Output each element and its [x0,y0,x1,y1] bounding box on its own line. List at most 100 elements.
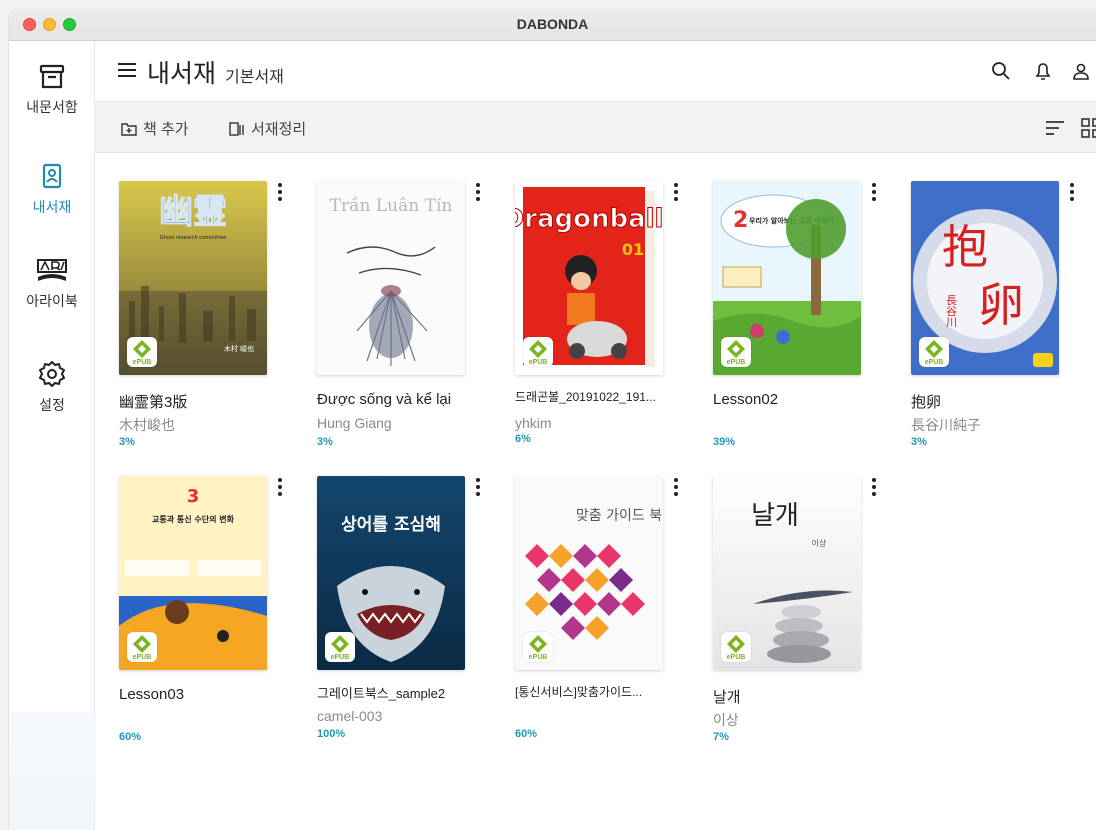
more-options-icon[interactable] [671,181,681,203]
header: 내서재 기본서재 [95,41,1096,101]
book-title: Được sống và kể lại [317,391,452,408]
book-progress: 3% [317,436,333,448]
book-title: 抱卵 [911,394,942,411]
sidebar-item-settings[interactable]: 설정 [9,359,95,415]
epub-label: ePUB [132,359,152,366]
title-bar: DABONDA [9,8,1096,41]
epub-badge: ePUB [523,632,553,662]
user-icon[interactable] [1071,61,1091,81]
organize-library-label: 서재정리 [251,121,307,138]
book-progress: 6% [515,433,531,445]
book-card[interactable]: Dragonball 01 ePUB 드래곤볼_20191022_191... … [515,181,690,456]
epub-label: ePUB [330,654,350,661]
epub-label: ePUB [132,654,152,661]
epub-badge: ePUB [127,632,157,662]
book-author: 이상 [713,712,739,728]
book-card[interactable]: 상어를 조심해 ePUB 그레이트북스_sample2 camel-003 10… [317,476,492,751]
sort-icon[interactable] [1045,119,1065,137]
organize-library-button[interactable]: 서재정리 [229,118,306,139]
more-options-icon[interactable] [473,476,483,498]
book-cover[interactable]: 幽霊 Ghost research committee 木村 峻也 ePUB [119,181,267,375]
book-progress: 60% [515,728,538,740]
book-title: 날개 [713,689,741,706]
cover-title: Dragonball [515,204,663,234]
more-options-icon[interactable] [473,181,483,203]
more-options-icon[interactable] [869,181,879,203]
book-cover[interactable]: Dragonball 01 ePUB [515,181,663,375]
bell-icon[interactable] [1033,61,1053,81]
add-book-button[interactable]: 책 추가 [121,118,189,139]
book-progress: 60% [119,731,142,743]
more-options-icon[interactable] [275,476,285,498]
cover-number: 01 [622,240,644,259]
more-options-icon[interactable] [1067,181,1077,203]
epub-logo-icon [331,635,349,653]
cover-title: 교통과 통신 수단의 변화 [152,514,235,524]
cover-title: 맞춤 가이드 북 [576,508,662,524]
more-options-icon[interactable] [275,181,285,203]
epub-label: ePUB [528,654,548,661]
book-cover[interactable]: 3 교통과 통신 수단의 변화 ePUB [119,476,267,670]
bookshelf-icon [42,163,62,189]
library-name[interactable]: 기본서재 [225,63,284,87]
book-cover[interactable]: 날개 이상 ePUB [713,476,861,670]
hamburger-menu-icon[interactable] [117,62,137,78]
book-card[interactable]: 맞춤 가이드 북 ePUB [통신서비스]맞춤가이드... 60% [515,476,690,751]
book-progress: 7% [713,731,729,743]
sidebar-shade [9,712,95,830]
book-card[interactable]: Trần Luân Tín Được sống và kể lại Hung G… [317,181,492,456]
cover-subtitle: Ghost research committee [160,235,227,241]
sidebar-item-label: 내서재 [32,199,72,215]
grid-view-icon[interactable] [1081,118,1096,138]
cover-number: 2 [733,208,748,233]
sidebar-item-my-documents[interactable]: 내문서함 [9,63,95,117]
book-author: yhkim [515,415,552,431]
book-title: [통신서비스]맞춤가이드... [515,685,643,699]
book-title: 幽霊第3版 [119,394,188,411]
book-card[interactable]: 2 우리가 알아보는 고장 이야기 ePUB Lesson02 [713,181,888,456]
book-author: 長谷川純子 [911,417,981,433]
book-cover[interactable]: 抱 卵 長谷川 ePUB [911,181,1059,375]
epub-label: ePUB [726,654,746,661]
epub-badge: ePUB [919,337,949,367]
sidebar-item-arabook[interactable]: 아라이북 [9,257,95,311]
epub-logo-icon [133,635,151,653]
book-card[interactable]: 날개 이상 ePUB 날개 이상 7% [713,476,888,751]
book-cover[interactable]: Trần Luân Tín [317,181,465,375]
cover-title: 날개 [751,501,799,531]
cover-title: 幽霊 [159,192,227,232]
more-options-icon[interactable] [671,476,681,498]
epub-logo-icon [727,340,745,358]
search-icon[interactable] [991,61,1011,81]
cover-title-2: 卵 [978,278,1024,332]
sidebar-item-label: 아라이북 [26,293,78,309]
cover-author: 木村 峻也 [224,344,254,353]
more-options-icon[interactable] [869,476,879,498]
book-card[interactable]: 3 교통과 통신 수단의 변화 ePUB Lesson03 60% [119,476,294,751]
book-progress: 39% [713,436,736,448]
book-stack-icon [229,121,244,136]
cover-author: 長谷川 [945,294,958,327]
book-progress: 100% [317,728,346,740]
cover-author: 이상 [812,538,827,548]
toolbar: 책 추가 서재정리 [95,101,1096,153]
epub-label: ePUB [726,359,746,366]
folder-add-icon [121,122,137,136]
page-title: 내서재 [147,60,217,88]
book-cover[interactable]: 맞춤 가이드 북 ePUB [515,476,663,670]
epub-badge: ePUB [325,632,355,662]
book-author: camel-003 [317,708,383,724]
sidebar: 내문서함 내서재 아라이북 설정 [9,41,95,830]
book-card[interactable]: 抱 卵 長谷川 ePUB 抱卵 長谷川純子 3% [911,181,1086,456]
book-cover[interactable]: 상어를 조심해 ePUB [317,476,465,670]
epub-logo-icon [727,635,745,653]
sidebar-item-my-library[interactable]: 내서재 [9,163,95,217]
archive-box-icon [39,64,65,89]
epub-badge: ePUB [127,337,157,367]
book-cover[interactable]: 2 우리가 알아보는 고장 이야기 ePUB [713,181,861,375]
sidebar-item-label: 내문서함 [26,99,78,115]
book-title: Lesson03 [119,686,185,703]
cover-number: 3 [187,486,200,507]
book-card[interactable]: 幽霊 Ghost research committee 木村 峻也 ePUB 幽… [119,181,294,456]
gear-icon [39,361,65,387]
